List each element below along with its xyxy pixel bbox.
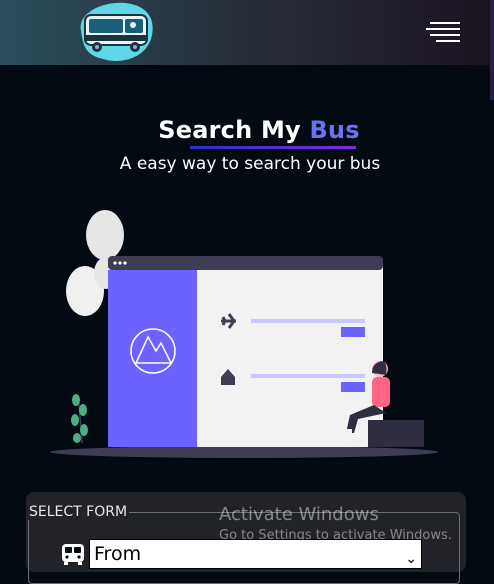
- from-select-value: From: [94, 543, 142, 565]
- page-subtitle: A easy way to search your bus: [119, 154, 381, 174]
- select-form-legend: SELECT FORM: [29, 504, 128, 520]
- hamburger-menu-icon[interactable]: [426, 20, 460, 42]
- title-prefix: Search My: [158, 116, 310, 144]
- activation-watermark-title: Activate Windows: [219, 504, 379, 525]
- title-underline: [190, 146, 356, 149]
- from-select[interactable]: From ⌄: [89, 539, 422, 569]
- hero-illustration: [50, 210, 438, 458]
- bus-icon: [62, 544, 84, 565]
- activation-watermark-subtitle: Go to Settings to activate Windows.: [219, 528, 452, 543]
- title-highlight: Bus: [309, 116, 360, 144]
- top-navbar: [0, 0, 494, 65]
- bus-logo-icon[interactable]: [73, 1, 155, 63]
- page-title: Search My Bus: [0, 116, 494, 144]
- scroll-edge: [490, 0, 494, 100]
- chevron-down-icon[interactable]: ⌄: [405, 545, 417, 573]
